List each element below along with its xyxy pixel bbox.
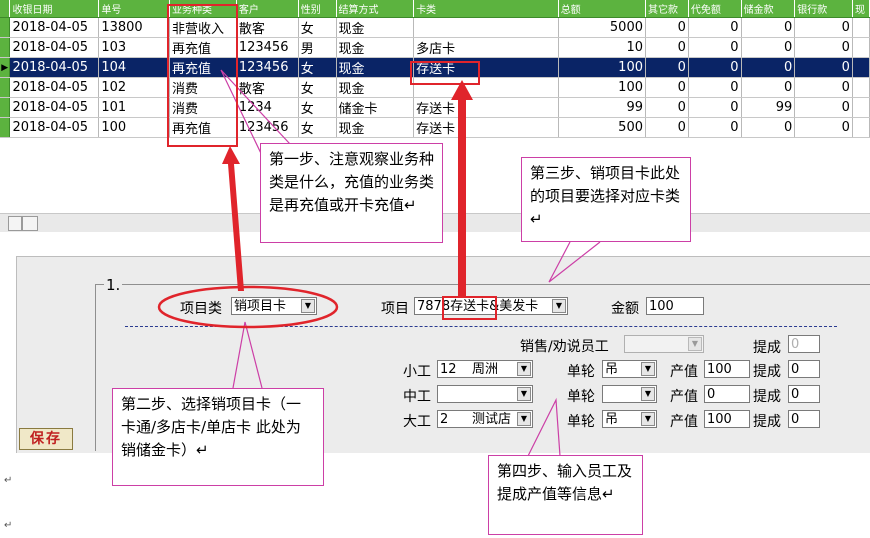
step2-leader-line [232, 321, 263, 389]
step4-leader-line [527, 397, 561, 457]
step4-callout: 第四步、输入员工及提成产值等信息↵ [488, 455, 643, 535]
step3-callout: 第三步、销项目卡此处的项目要选择对应卡类↵ [521, 157, 691, 242]
paragraph-mark: ↵ [4, 520, 13, 531]
step2-callout: 第二步、选择销项目卡（一卡通/多店卡/单店卡 此处为销储金卡）↵ [112, 388, 324, 486]
red-highlight-card [410, 61, 480, 85]
red-oval-item-class [157, 285, 339, 329]
step3-leader-line [548, 241, 601, 283]
red-highlight-item-value [442, 296, 497, 320]
step1-callout: 第一步、注意观察业务种类是什么，充值的业务类是再充值或开卡充值↵ [260, 143, 443, 243]
red-highlight-biz-column [167, 4, 238, 147]
paragraph-mark: ↵ [4, 475, 13, 486]
red-arrow-up-right [451, 80, 473, 298]
red-arrow-up-left [222, 146, 244, 291]
